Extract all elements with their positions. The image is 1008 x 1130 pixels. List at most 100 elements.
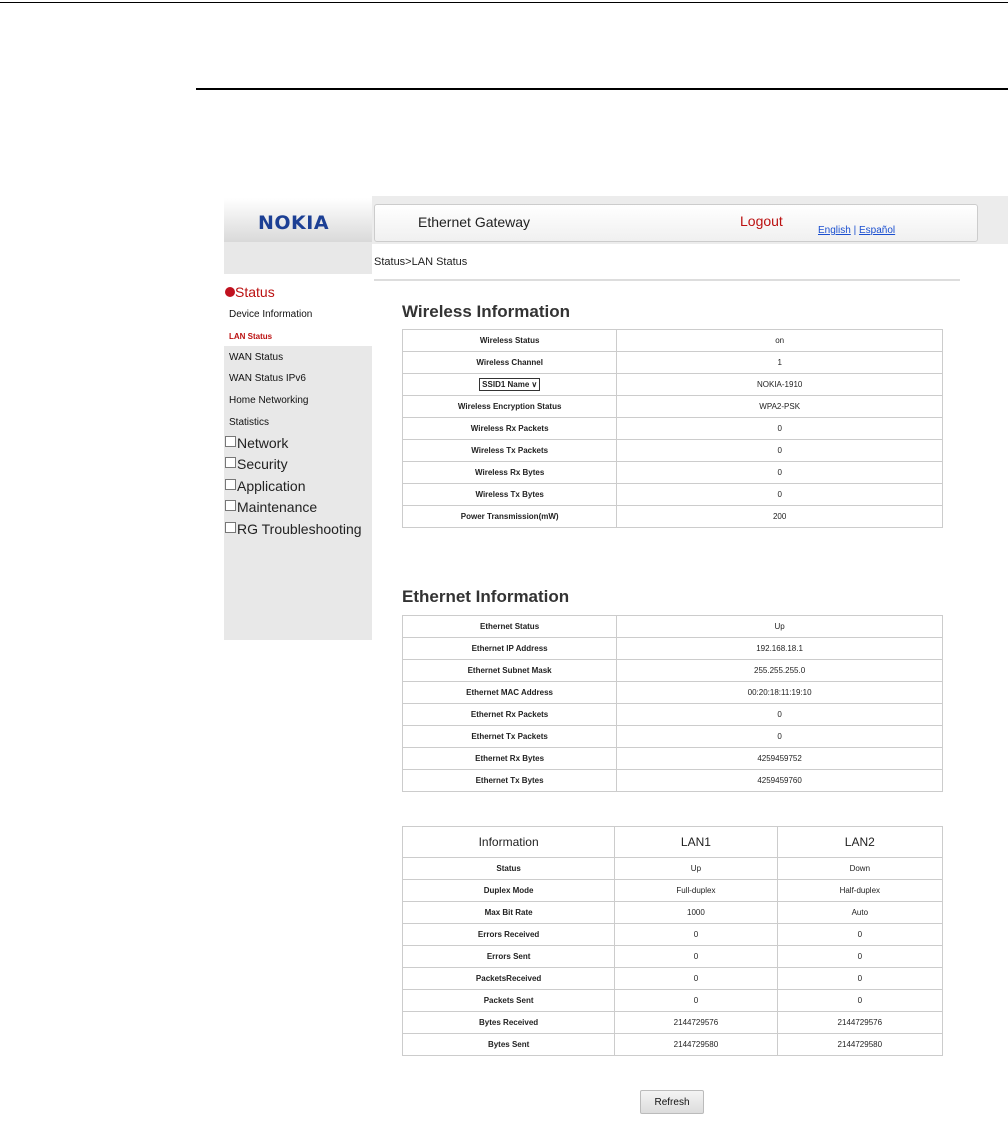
table-cell-label: Ethernet Tx Bytes (401, 769, 618, 792)
table-cell-value: 0 (616, 461, 943, 484)
table-row: Wireless Status on (401, 329, 943, 352)
table-cell-label: Bytes Sent (401, 1033, 616, 1056)
table-cell-label: Bytes Received (401, 1011, 616, 1034)
ethernet-table: Ethernet Status Up Ethernet IP Address 192… (401, 615, 943, 792)
gateway-title: Ethernet Gateway (418, 214, 531, 230)
sidebar-item-home-networking[interactable]: Home Networking (229, 395, 308, 406)
table-row: Max Bit Rate 1000 Auto (401, 901, 944, 924)
table-cell-value: WPA2-PSK (616, 395, 943, 418)
table-row: Power Transmission(mW) 200 (401, 505, 943, 528)
lang-spanish-link[interactable]: Español (859, 225, 895, 236)
logout-link[interactable]: Logout (740, 213, 783, 229)
table-row: Ethernet Tx Bytes 4259459760 (401, 769, 943, 792)
table-row: Ethernet Rx Packets 0 (401, 703, 943, 726)
table-cell-lan1: 0 (614, 989, 778, 1012)
table-cell-label: Errors Sent (401, 945, 616, 968)
table-row: Ethernet Tx Packets 0 (401, 725, 943, 748)
table-cell-lan2: 2144729576 (776, 1011, 944, 1034)
table-cell-label: Duplex Mode (401, 879, 616, 902)
table-cell-value: 4259459752 (616, 747, 943, 770)
sidebar-item-rg-troubleshooting[interactable]: RG Troubleshooting (225, 521, 362, 537)
table-row: Ethernet Status Up (401, 615, 943, 638)
wireless-table: Wireless Status on Wireless Channel 1 SSID… (401, 329, 943, 528)
table-cell-label: Ethernet Tx Packets (401, 725, 618, 748)
sidebar-item-maintenance[interactable]: Maintenance (225, 499, 317, 515)
table-cell-lan1: 2144729580 (614, 1033, 778, 1056)
table-cell-lan1: 1000 (614, 901, 778, 924)
breadcrumb-divider (374, 279, 960, 281)
table-cell-lan1: 0 (614, 923, 778, 946)
table-row: Duplex Mode Full-duplex Half-duplex (401, 879, 944, 902)
table-cell-label: Ethernet MAC Address (401, 681, 618, 704)
sidebar-item-network[interactable]: Network (225, 435, 288, 451)
sidebar-item-device-information[interactable]: Device Information (229, 309, 312, 320)
table-cell-value: 0 (616, 439, 943, 462)
sidebar-network-label: Network (237, 435, 289, 451)
table-row: Bytes Received 2144729576 2144729576 (401, 1011, 944, 1034)
table-header-lan1: LAN1 (614, 826, 778, 858)
ethernet-section-title: Ethernet Information (402, 587, 570, 606)
table-cell-lan2: 0 (776, 945, 944, 968)
sidebar-status-label: Status (235, 284, 275, 300)
language-switch: English | Español (818, 225, 895, 236)
table-cell-value: 255.255.255.0 (616, 659, 943, 682)
status-dot-icon (225, 287, 235, 297)
table-cell-label: Ethernet Subnet Mask (401, 659, 618, 682)
table-row: Bytes Sent 2144729580 2144729580 (401, 1033, 944, 1056)
sidebar-item-wan-status-ipv6[interactable]: WAN Status IPv6 (229, 373, 306, 384)
table-cell-label: Wireless Channel (401, 351, 618, 374)
table-cell-lan2: 0 (776, 923, 944, 946)
breadcrumb: Status>LAN Status (374, 256, 468, 268)
table-cell-label: Wireless Rx Bytes (401, 461, 618, 484)
sidebar-item-statistics[interactable]: Statistics (229, 417, 269, 428)
sidebar-security-label: Security (237, 456, 288, 472)
table-cell-lan2: Auto (776, 901, 944, 924)
ssid-select[interactable]: SSID1 Name ∨ (479, 378, 541, 391)
table-row: Errors Sent 0 0 (401, 945, 944, 968)
sidebar-item-security[interactable]: Security (225, 456, 288, 472)
expand-icon (225, 457, 236, 468)
table-cell-value: 192.168.18.1 (616, 637, 943, 660)
table-cell-lan1: 0 (614, 967, 778, 990)
sidebar-item-status[interactable]: Status (225, 284, 275, 300)
table-cell-lan1: Full-duplex (614, 879, 778, 902)
table-cell-value: 0 (616, 483, 943, 506)
table-row: Wireless Channel 1 (401, 351, 943, 374)
table-cell-label: Ethernet Rx Packets (401, 703, 618, 726)
table-row: Wireless Rx Bytes 0 (401, 461, 943, 484)
table-cell-label: Packets Sent (401, 989, 616, 1012)
table-cell-value: 200 (616, 505, 943, 528)
table-cell-label: PacketsReceived (401, 967, 616, 990)
table-cell-lan2: Down (776, 857, 944, 880)
table-cell-label: SSID1 Name ∨ (401, 373, 618, 396)
table-header-row: Information LAN1 LAN2 (401, 826, 944, 858)
table-row: Ethernet Subnet Mask 255.255.255.0 (401, 659, 943, 682)
table-cell-value: 4259459760 (616, 769, 943, 792)
table-cell-label: Ethernet IP Address (401, 637, 618, 660)
sidebar-item-lan-status[interactable]: LAN Status (229, 332, 272, 341)
table-row: Packets Sent 0 0 (401, 989, 944, 1012)
table-cell-value: on (616, 329, 943, 352)
sidebar-rg-troubleshooting-label: RG Troubleshooting (237, 521, 362, 537)
table-row: Status Up Down (401, 857, 944, 880)
nokia-logo: NOKIA (258, 212, 330, 234)
table-cell-value: 00:20:18:11:19:10 (616, 681, 943, 704)
expand-icon (225, 522, 236, 533)
expand-icon (225, 500, 236, 511)
table-cell-value: 0 (616, 703, 943, 726)
table-row: Ethernet Rx Bytes 4259459752 (401, 747, 943, 770)
table-header-lan2: LAN2 (776, 826, 944, 858)
table-cell-label: Wireless Tx Packets (401, 439, 618, 462)
table-row: Ethernet MAC Address 00:20:18:11:19:10 (401, 681, 943, 704)
table-row: Ethernet IP Address 192.168.18.1 (401, 637, 943, 660)
sidebar-item-wan-status[interactable]: WAN Status (229, 352, 283, 363)
table-cell-value: 1 (616, 351, 943, 374)
table-cell-label: Power Transmission(mW) (401, 505, 618, 528)
refresh-button[interactable]: Refresh (640, 1090, 704, 1114)
table-cell-label: Errors Received (401, 923, 616, 946)
lang-english-link[interactable]: English (818, 225, 851, 236)
sidebar-item-application[interactable]: Application (225, 478, 306, 494)
table-cell-value: 0 (616, 417, 943, 440)
expand-icon (225, 436, 236, 447)
table-cell-lan1: Up (614, 857, 778, 880)
